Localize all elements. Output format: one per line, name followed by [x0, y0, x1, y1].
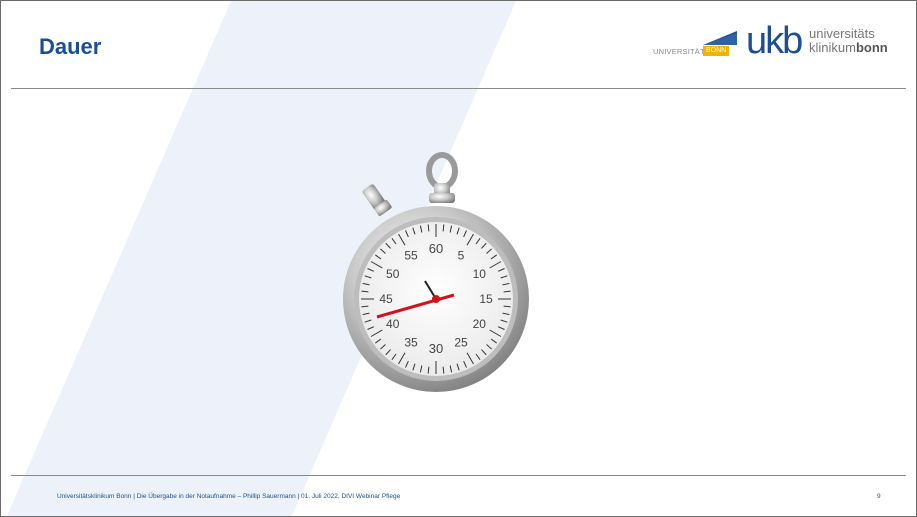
dial-label: 10: [473, 267, 487, 281]
dial-label: 35: [404, 335, 418, 349]
dial-label: 40: [386, 317, 400, 331]
ukb-line2: klinikumbonn: [809, 40, 888, 55]
ukb-line1: universitäts: [809, 26, 875, 41]
university-bonn-logo: UNIVERSITÄT BONN: [653, 31, 739, 61]
dial-label: 5: [458, 249, 465, 263]
slide: Dauer UNIVERSITÄT BONN ukb universitäts …: [0, 0, 917, 517]
ukb-mark: ukb: [746, 20, 803, 62]
ukb-logo: ukb universitäts klinikumbonn: [746, 19, 896, 64]
dial-label: 50: [386, 267, 400, 281]
stopwatch-image: 60 5 10 15 20 25 30 35 40 45 50 55: [343, 152, 529, 392]
dial-label: 20: [473, 317, 487, 331]
slide-title: Dauer: [39, 34, 102, 59]
dial-label: 45: [379, 292, 393, 306]
footer-text: Universitätsklinikum Bonn | Die Übergabe…: [57, 493, 401, 500]
dial-label: 15: [479, 292, 493, 306]
header-divider: [11, 88, 906, 89]
dial-label: 55: [404, 249, 418, 263]
dial-label: 25: [454, 335, 468, 349]
dial-label: 30: [429, 341, 443, 356]
slide-header: Dauer UNIVERSITÄT BONN ukb universitäts …: [1, 1, 916, 89]
footer-divider: [11, 475, 906, 476]
page-number: 9: [877, 493, 881, 500]
dial-label: 60: [429, 241, 443, 256]
university-text: UNIVERSITÄT: [653, 47, 705, 56]
bonn-badge: BONN: [703, 46, 730, 56]
